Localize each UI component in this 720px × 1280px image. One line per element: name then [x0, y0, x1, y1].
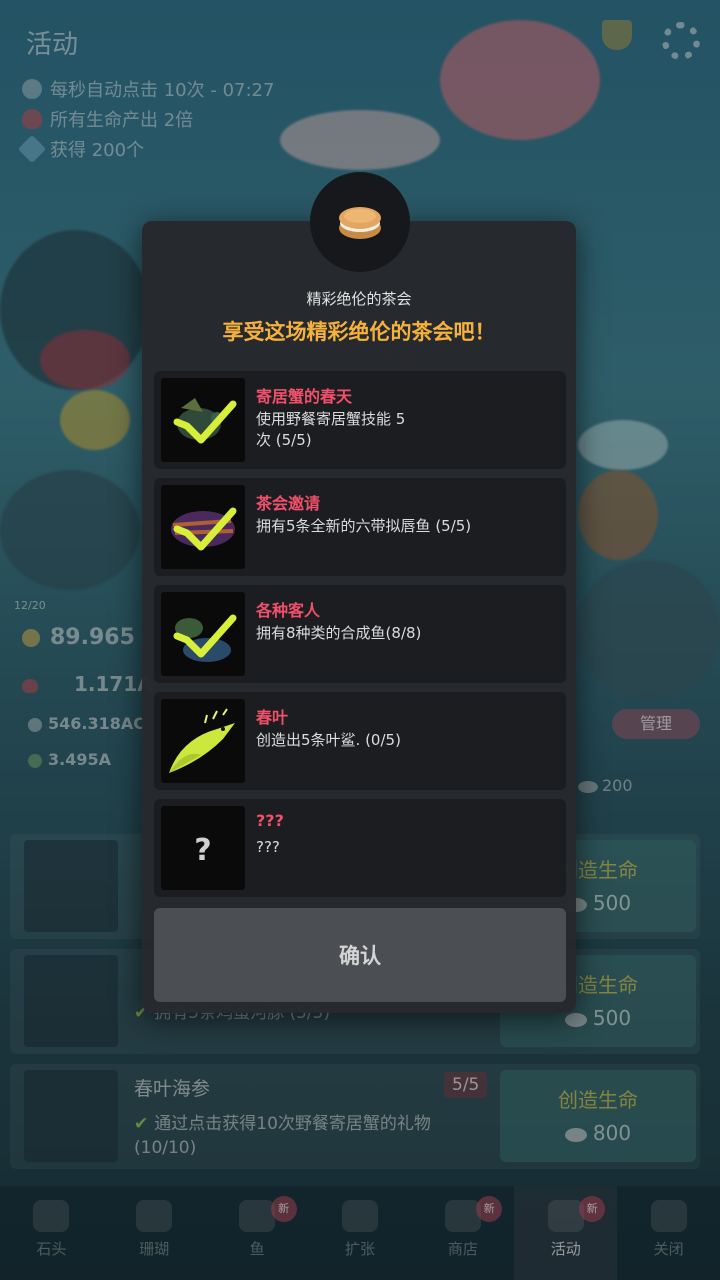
mission-name: 茶会邀请 — [256, 494, 321, 513]
mission-item: ? ??? ??? — [154, 799, 566, 897]
mission-item: 春叶 创造出5条叶鲨. (0/5) — [154, 692, 566, 790]
mission-desc: 使用野餐寄居蟹技能 5次 (5/5) — [256, 410, 406, 449]
mission-desc: 拥有5条全新的六带拟唇鱼 (5/5) — [256, 517, 472, 535]
mission-name: 寄居蟹的春天 — [256, 387, 353, 406]
cookie-icon — [339, 207, 381, 239]
mission-name: 各种客人 — [256, 601, 321, 620]
mission-item: 各种客人 拥有8种类的合成鱼(8/8) — [154, 585, 566, 683]
mission-desc: 创造出5条叶鲨. (0/5) — [256, 731, 401, 749]
hybrid-fish-icon — [161, 592, 245, 676]
mission-desc: ??? — [256, 838, 280, 856]
hermit-crab-icon — [161, 378, 245, 462]
modal-subtitle: 精彩绝伦的茶会 — [306, 290, 412, 308]
confirm-button[interactable]: 确认 — [154, 908, 566, 1002]
question-mark-icon: ? — [161, 806, 245, 890]
mission-desc: 拥有8种类的合成鱼(8/8) — [256, 624, 422, 642]
modal-title: 享受这场精彩绝伦的茶会吧！ — [222, 320, 496, 344]
six-line-wrasse-icon — [161, 485, 245, 569]
svg-text:?: ? — [194, 833, 211, 868]
mission-item: 茶会邀请 拥有5条全新的六带拟唇鱼 (5/5) — [154, 478, 566, 576]
mission-name: 春叶 — [256, 708, 289, 727]
leaf-shark-icon — [161, 699, 245, 783]
mission-name: ??? — [256, 811, 284, 830]
mission-item: 寄居蟹的春天 使用野餐寄居蟹技能 5次 (5/5) — [154, 371, 566, 469]
